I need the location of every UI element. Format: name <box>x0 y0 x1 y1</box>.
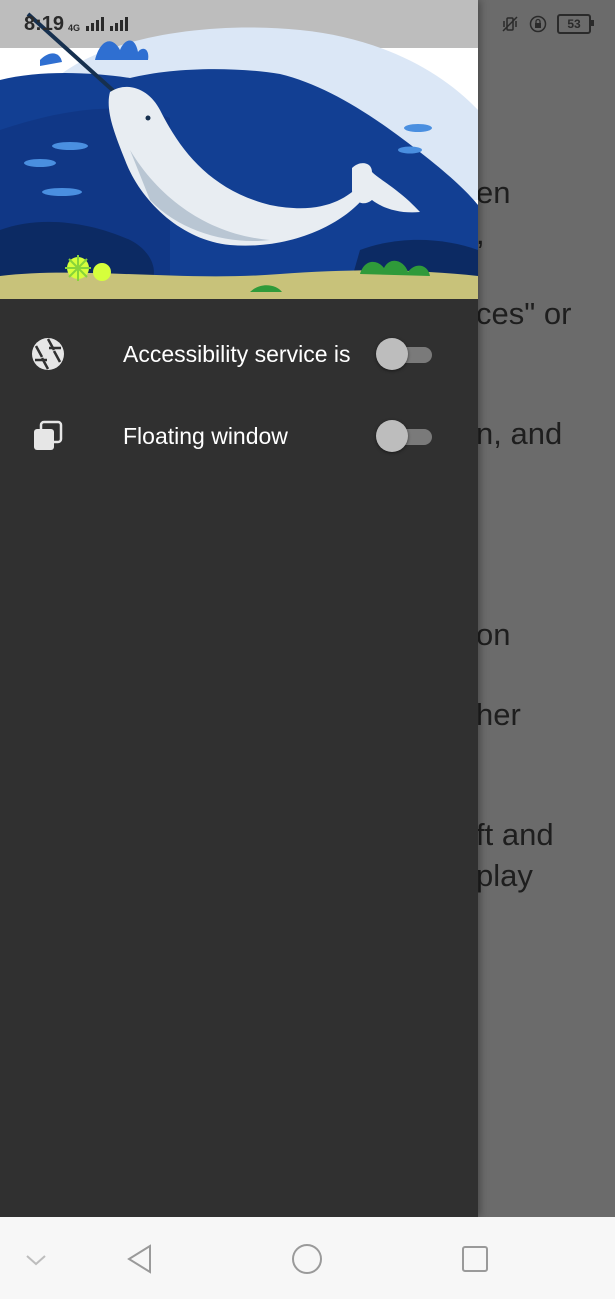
navigation-drawer: Accessibility service is Floating window <box>0 0 478 1217</box>
background-text-line: her <box>476 697 521 732</box>
menu-item-label: Accessibility service is <box>123 340 351 367</box>
system-navigation-bar <box>0 1217 615 1299</box>
background-text-line: en <box>476 175 511 210</box>
toggle-thumb <box>376 420 408 452</box>
background-text-line: ft and <box>476 817 554 852</box>
menu-item-accessibility-service[interactable]: Accessibility service is <box>0 313 478 395</box>
background-text-line: on <box>476 617 511 652</box>
back-icon[interactable] <box>122 1241 158 1277</box>
menu-item-floating-window[interactable]: Floating window <box>0 395 478 477</box>
menu-item-label: Floating window <box>123 422 288 449</box>
background-text-line: n, and <box>476 416 563 451</box>
narwhal-illustration <box>0 12 478 299</box>
collapse-icon[interactable] <box>18 1241 54 1277</box>
accessibility-service-toggle[interactable] <box>376 337 434 371</box>
recents-icon[interactable] <box>457 1241 493 1277</box>
drawer-header-illustration <box>0 0 478 299</box>
background-text-line: ces" or <box>476 296 572 331</box>
background-text-line: play <box>476 858 533 893</box>
home-icon[interactable] <box>289 1241 325 1277</box>
shutter-icon <box>32 338 64 370</box>
floating-window-icon <box>34 420 63 450</box>
toggle-thumb <box>376 338 408 370</box>
floating-window-toggle[interactable] <box>376 419 434 453</box>
